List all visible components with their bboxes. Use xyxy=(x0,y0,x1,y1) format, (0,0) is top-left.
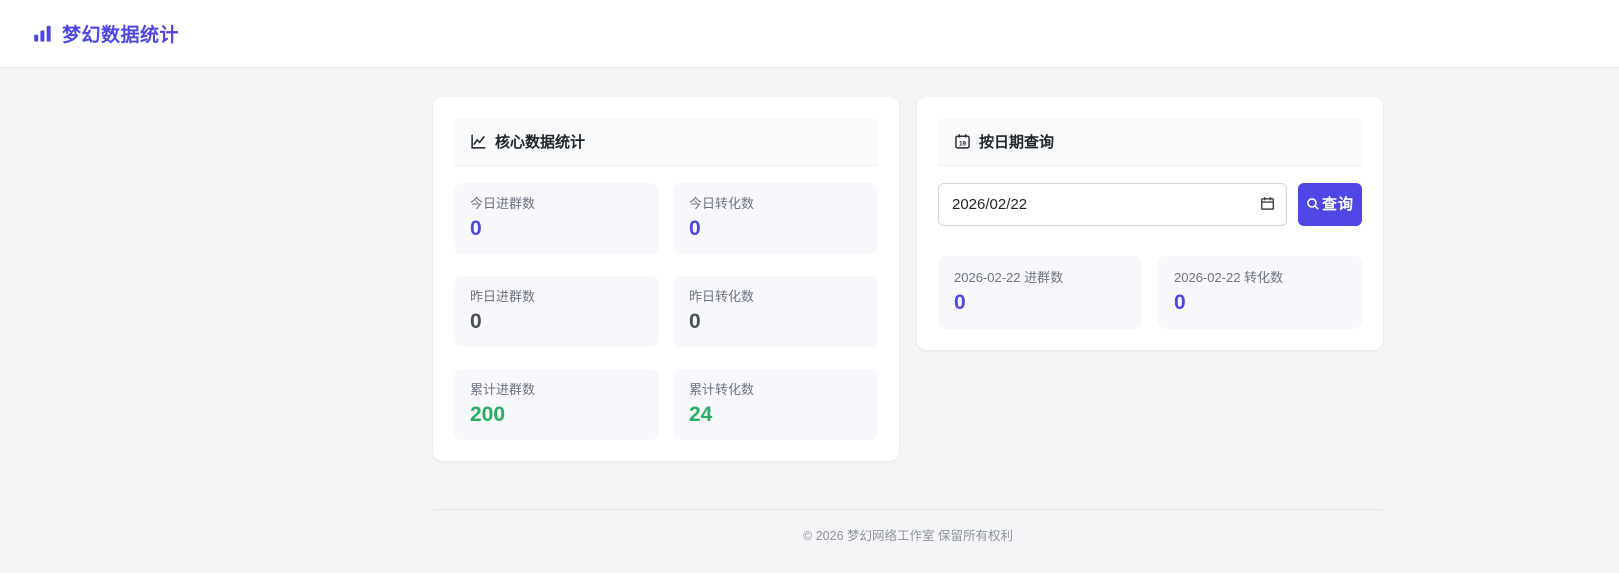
core-stats-header: 核心数据统计 xyxy=(454,118,878,166)
date-query-card: 19 按日期查询 xyxy=(917,97,1383,350)
date-query-title: 按日期查询 xyxy=(979,131,1054,152)
calendar-indicator-icon[interactable] xyxy=(1260,196,1275,211)
svg-text:19: 19 xyxy=(959,140,967,147)
date-query-header: 19 按日期查询 xyxy=(938,118,1362,166)
calendar-icon: 19 xyxy=(954,133,971,150)
copyright-text: © 2026 梦幻网络工作室 保留所有权利 xyxy=(803,529,1013,543)
date-field-wrap xyxy=(938,183,1287,226)
core-stats-card: 核心数据统计 今日进群数 0 今日转化数 0 昨日进群数 0 昨日转化数 0 xyxy=(433,97,899,461)
top-navbar: 梦幻数据统计 xyxy=(0,0,1619,68)
page-footer: © 2026 梦幻网络工作室 保留所有权利 xyxy=(433,509,1383,562)
stat-tile-today-conversions: 今日转化数 0 xyxy=(673,183,878,254)
stat-value: 200 xyxy=(470,402,643,428)
result-value: 0 xyxy=(1174,290,1346,316)
stat-label: 累计进群数 xyxy=(470,381,643,398)
stat-label: 今日转化数 xyxy=(689,195,862,212)
stat-label: 昨日进群数 xyxy=(470,288,643,305)
stat-tile-yesterday-joins: 昨日进群数 0 xyxy=(454,276,659,347)
result-label: 2026-02-22 转化数 xyxy=(1174,269,1346,286)
result-tile-joins: 2026-02-22 进群数 0 xyxy=(938,256,1142,329)
result-tile-conversions: 2026-02-22 转化数 0 xyxy=(1158,256,1362,329)
core-stats-title: 核心数据统计 xyxy=(495,131,585,152)
query-results: 2026-02-22 进群数 0 2026-02-22 转化数 0 xyxy=(938,256,1362,329)
search-button-label: 查询 xyxy=(1322,196,1354,213)
stat-value: 0 xyxy=(689,216,862,242)
main-content: 核心数据统计 今日进群数 0 今日转化数 0 昨日进群数 0 昨日转化数 0 xyxy=(433,68,1383,562)
stat-label: 今日进群数 xyxy=(470,195,643,212)
search-button[interactable]: 查询 xyxy=(1298,183,1362,226)
stat-grid: 今日进群数 0 今日转化数 0 昨日进群数 0 昨日转化数 0 累计进群数 xyxy=(454,183,878,440)
stat-value: 24 xyxy=(689,402,862,428)
result-label: 2026-02-22 进群数 xyxy=(954,269,1126,286)
app-title: 梦幻数据统计 xyxy=(62,20,179,47)
stat-value: 0 xyxy=(689,309,862,335)
stat-tile-total-joins: 累计进群数 200 xyxy=(454,369,659,440)
line-chart-icon xyxy=(470,133,487,150)
search-icon xyxy=(1306,197,1320,211)
query-form: 查询 xyxy=(938,183,1362,226)
stat-value: 0 xyxy=(470,216,643,242)
app-brand[interactable]: 梦幻数据统计 xyxy=(33,20,179,47)
stat-label: 累计转化数 xyxy=(689,381,862,398)
stat-tile-yesterday-conversions: 昨日转化数 0 xyxy=(673,276,878,347)
date-input[interactable] xyxy=(938,183,1287,226)
stat-tile-today-joins: 今日进群数 0 xyxy=(454,183,659,254)
stat-tile-total-conversions: 累计转化数 24 xyxy=(673,369,878,440)
stat-label: 昨日转化数 xyxy=(689,288,862,305)
bar-chart-icon xyxy=(33,24,53,44)
result-value: 0 xyxy=(954,290,1126,316)
stat-value: 0 xyxy=(470,309,643,335)
